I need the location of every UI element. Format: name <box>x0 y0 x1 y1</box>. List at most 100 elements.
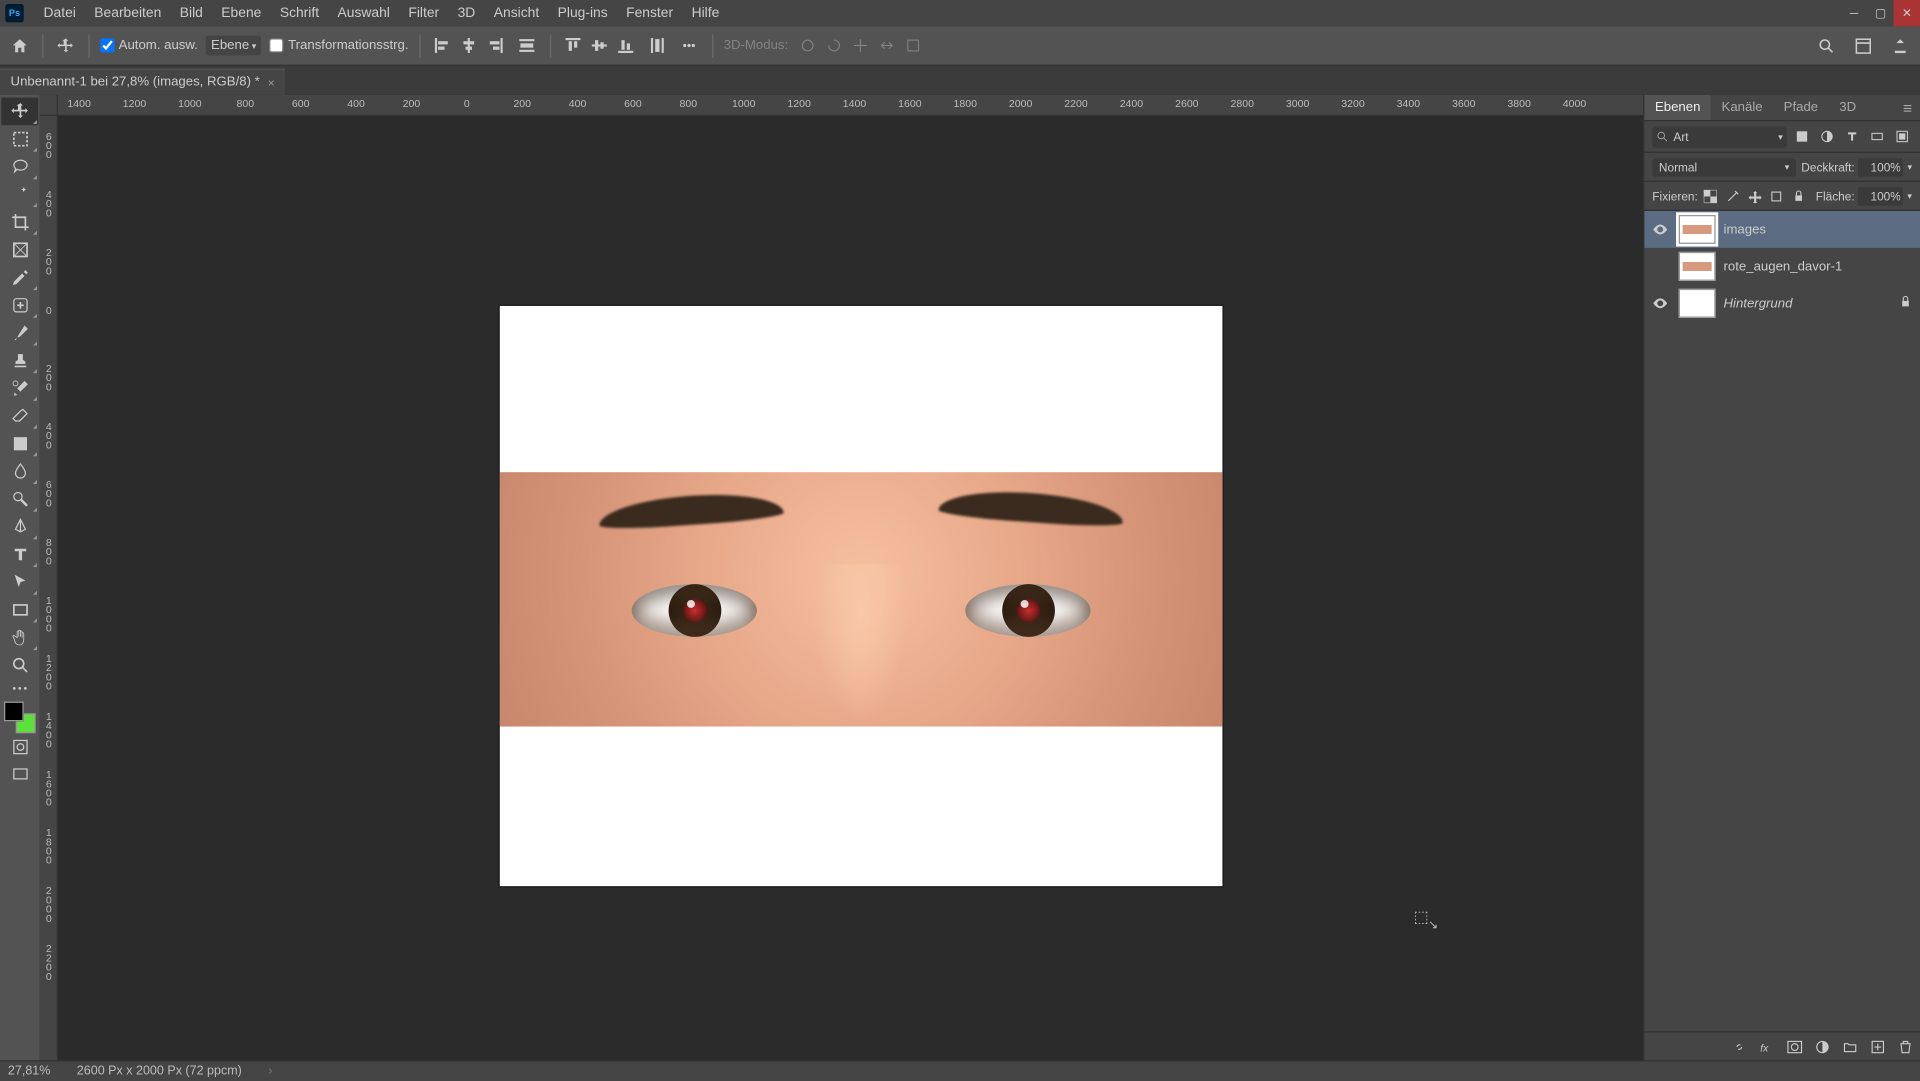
lock-position-icon[interactable] <box>1746 187 1764 205</box>
lock-all-icon[interactable] <box>1790 187 1808 205</box>
more-align-button[interactable] <box>678 34 702 58</box>
layer-mask-icon[interactable] <box>1784 1036 1804 1056</box>
layer-name[interactable]: Hintergrund <box>1724 296 1891 311</box>
maximize-button[interactable]: ▢ <box>1867 0 1893 26</box>
lock-artboard-icon[interactable] <box>1768 187 1786 205</box>
align-vcenter-button[interactable] <box>588 34 612 58</box>
panel-menu-icon[interactable]: ≡ <box>1895 98 1920 116</box>
search-icon[interactable] <box>1815 34 1839 58</box>
transform-controls-checkbox[interactable]: Transformationsstrg. <box>270 38 409 53</box>
fill-input[interactable] <box>1859 187 1904 205</box>
crop-tool[interactable] <box>1 208 38 236</box>
canvas[interactable]: ⬚ <box>58 116 1643 1060</box>
wand-tool[interactable] <box>1 181 38 209</box>
layer-row[interactable]: Hintergrund <box>1644 285 1920 322</box>
path-select-tool[interactable] <box>1 568 38 596</box>
panel-tab-kanäle[interactable]: Kanäle <box>1711 95 1773 120</box>
blur-tool[interactable] <box>1 458 38 486</box>
history-brush-tool[interactable] <box>1 375 38 403</box>
menu-auswahl[interactable]: Auswahl <box>328 0 399 26</box>
hand-tool[interactable] <box>1 624 38 652</box>
menu-fenster[interactable]: Fenster <box>617 0 682 26</box>
artboard[interactable] <box>500 306 1223 886</box>
auto-select-target-dropdown[interactable]: Ebene▾ <box>206 36 262 56</box>
distribute-v-button[interactable] <box>646 34 670 58</box>
type-tool[interactable] <box>1 541 38 569</box>
menu-datei[interactable]: Datei <box>34 0 85 26</box>
align-right-button[interactable] <box>484 34 508 58</box>
zoom-tool[interactable] <box>1 651 38 679</box>
layer-row[interactable]: rote_augen_davor-1 <box>1644 248 1920 285</box>
menu-bearbeiten[interactable]: Bearbeiten <box>85 0 170 26</box>
workspace-icon[interactable] <box>1851 34 1875 58</box>
close-tab-icon[interactable]: × <box>268 76 275 89</box>
heal-tool[interactable] <box>1 291 38 319</box>
layer-thumbnail[interactable] <box>1679 252 1716 281</box>
panel-tab-pfade[interactable]: Pfade <box>1773 95 1829 120</box>
menu-plug-ins[interactable]: Plug-ins <box>548 0 616 26</box>
close-button[interactable]: ✕ <box>1894 0 1920 26</box>
vertical-ruler[interactable]: 6004002000200400600800100012001400160018… <box>40 116 58 1060</box>
blend-mode-dropdown[interactable]: Normal▾ <box>1652 158 1796 176</box>
align-left-button[interactable] <box>431 34 455 58</box>
layer-row[interactable]: images <box>1644 211 1920 248</box>
color-swatches[interactable] <box>4 702 36 734</box>
zoom-level[interactable]: 27,81% <box>8 1064 51 1079</box>
home-icon[interactable] <box>8 34 32 58</box>
delete-layer-icon[interactable] <box>1895 1036 1915 1056</box>
layer-name[interactable]: images <box>1724 222 1891 237</box>
screenmode-button[interactable] <box>1 761 38 789</box>
menu-ebene[interactable]: Ebene <box>212 0 271 26</box>
move-tool[interactable] <box>1 98 38 126</box>
menu-bild[interactable]: Bild <box>171 0 213 26</box>
filter-pixel-icon[interactable] <box>1792 127 1812 147</box>
status-chevron-icon[interactable]: › <box>268 1064 272 1079</box>
layer-thumbnail[interactable] <box>1679 215 1716 244</box>
visibility-toggle[interactable] <box>1650 222 1671 238</box>
share-icon[interactable] <box>1888 34 1912 58</box>
layer-name[interactable]: rote_augen_davor-1 <box>1724 259 1891 274</box>
move-tool-icon[interactable] <box>54 34 78 58</box>
eyedropper-tool[interactable] <box>1 264 38 292</box>
opacity-input[interactable] <box>1859 158 1904 176</box>
distribute-h-button[interactable] <box>515 34 539 58</box>
minimize-button[interactable]: ─ <box>1841 0 1867 26</box>
lock-pixels-icon[interactable] <box>1724 187 1742 205</box>
dodge-tool[interactable] <box>1 485 38 513</box>
auto-select-checkbox[interactable]: Autom. ausw. <box>100 38 198 53</box>
marquee-tool[interactable] <box>1 125 38 153</box>
quickmask-button[interactable] <box>1 733 38 761</box>
eraser-tool[interactable] <box>1 402 38 430</box>
filter-shape-icon[interactable] <box>1867 127 1887 147</box>
layer-fx-icon[interactable]: fx <box>1756 1036 1776 1056</box>
menu-ansicht[interactable]: Ansicht <box>485 0 549 26</box>
new-layer-icon[interactable] <box>1867 1036 1887 1056</box>
lasso-tool[interactable] <box>1 153 38 181</box>
edit-toolbar-button[interactable] <box>1 679 38 697</box>
lock-transparent-icon[interactable] <box>1702 187 1720 205</box>
horizontal-ruler[interactable]: 1400120010008006004002000200400600800100… <box>58 95 1643 116</box>
panel-tab-3d[interactable]: 3D <box>1829 95 1867 120</box>
filter-smart-icon[interactable] <box>1892 127 1912 147</box>
panel-tab-ebenen[interactable]: Ebenen <box>1644 95 1711 120</box>
link-layers-icon[interactable] <box>1729 1036 1749 1056</box>
filter-adjust-icon[interactable] <box>1817 127 1837 147</box>
align-bottom-button[interactable] <box>614 34 638 58</box>
pen-tool[interactable] <box>1 513 38 541</box>
filter-type-icon[interactable] <box>1842 127 1862 147</box>
doc-dimensions[interactable]: 2600 Px x 2000 Px (72 ppcm) <box>77 1064 242 1079</box>
menu-hilfe[interactable]: Hilfe <box>682 0 728 26</box>
rectangle-tool[interactable] <box>1 596 38 624</box>
frame-tool[interactable] <box>1 236 38 264</box>
foreground-color[interactable] <box>4 702 24 722</box>
adjustment-layer-icon[interactable] <box>1812 1036 1832 1056</box>
menu-schrift[interactable]: Schrift <box>271 0 329 26</box>
menu-3d[interactable]: 3D <box>448 0 484 26</box>
gradient-tool[interactable] <box>1 430 38 458</box>
align-hcenter-button[interactable] <box>457 34 481 58</box>
layer-thumbnail[interactable] <box>1679 289 1716 318</box>
align-top-button[interactable] <box>561 34 585 58</box>
brush-tool[interactable] <box>1 319 38 347</box>
stamp-tool[interactable] <box>1 347 38 375</box>
menu-filter[interactable]: Filter <box>399 0 448 26</box>
